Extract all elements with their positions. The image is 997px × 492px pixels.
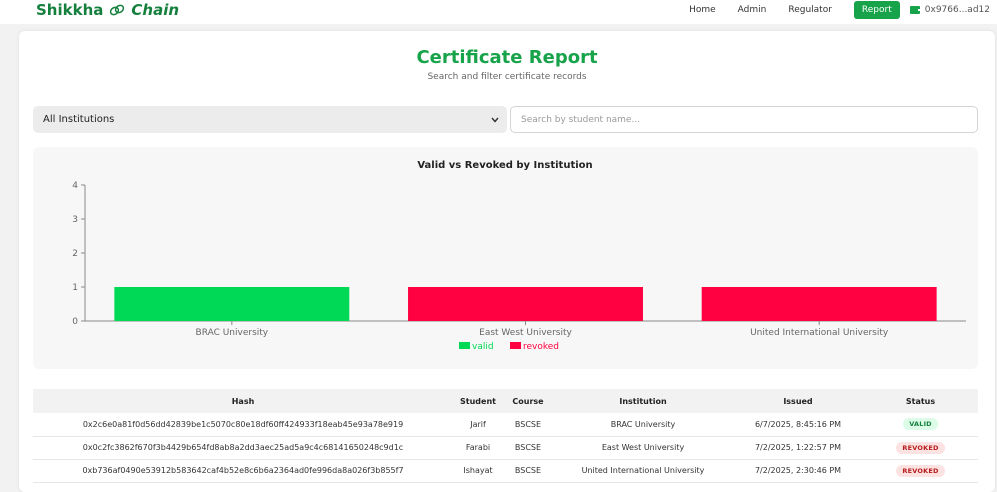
cell-course: BSCSE — [514, 419, 542, 429]
status-badge: VALID — [903, 418, 938, 431]
cell-issued: 6/7/2025, 8:45:16 PM — [754, 419, 842, 429]
institution-filter-value: All Institutions — [43, 114, 115, 125]
legend-swatch-valid — [459, 342, 470, 349]
chart-title: Valid vs Revoked by Institution — [417, 160, 592, 171]
nav-regulator[interactable]: Regulator — [788, 5, 832, 15]
cell-student: Farabi — [465, 443, 491, 452]
bar-revoked — [701, 287, 937, 321]
wallet-icon — [909, 6, 921, 14]
cell-status: REVOKED — [863, 459, 978, 482]
cell-institution: United International University — [581, 466, 705, 475]
table-row: 0xb736af0490e53912b583642caf4b52e8c6b6a2… — [33, 459, 978, 482]
brand-logo[interactable]: Shikkha Chain — [36, 0, 179, 20]
link-icon — [108, 3, 126, 17]
legend-label-valid: valid — [472, 342, 494, 352]
cell-hash: 0x0c2fc3862f670f3b4429b654fd8ab8a2dd3aec… — [82, 443, 404, 452]
chevron-down-icon — [491, 115, 499, 126]
certificates-table: Hash Student Course Institution Issued S… — [33, 389, 978, 482]
page-title: Certificate Report — [416, 47, 598, 68]
bar-chart: Valid vs Revoked by Institution 0 1 2 3 4 BRAC… — [72, 160, 966, 352]
cell-student: Ishayat — [463, 466, 493, 475]
x-tick-label: United International University — [750, 328, 889, 338]
report-card: Certificate Report Search and filter cer… — [19, 31, 995, 492]
cell-status: REVOKED — [863, 436, 978, 459]
table-row: 0x2c6e0a81f0d56dd42839be1c5070c80e18df60… — [33, 413, 978, 436]
x-tick-label: East West University — [479, 328, 572, 338]
wallet-address: 0x9766...ad12 — [924, 5, 990, 15]
cell-hash: 0xb736af0490e53912b583642caf4b52e8c6b6a2… — [82, 466, 404, 475]
legend-swatch-revoked — [510, 342, 521, 349]
student-search-input[interactable] — [510, 106, 978, 133]
cell-course: BSCSE — [514, 443, 542, 452]
column-header-student: Student — [460, 396, 496, 406]
brand-name-part1: Shikkha — [36, 1, 104, 19]
page-subtitle: Search and filter certificate records — [427, 72, 587, 82]
chart-panel: Valid vs Revoked by Institution 0 1 2 3 4 BRAC… — [33, 147, 978, 369]
y-tick-label: 2 — [72, 249, 78, 259]
brand-name-part2: Chain — [131, 1, 180, 19]
y-tick-label: 1 — [72, 283, 78, 293]
nav-report[interactable]: Report — [853, 1, 900, 19]
status-badge: REVOKED — [896, 464, 945, 477]
column-header-hash: Hash — [231, 396, 255, 406]
y-tick-label: 3 — [72, 215, 78, 225]
top-navbar: Shikkha Chain Home Admin Regulator Repor… — [0, 0, 997, 24]
nav-links: Home Admin Regulator Report 0x9766...ad1… — [689, 0, 997, 20]
cell-student: Jarif — [470, 419, 486, 429]
legend-label-revoked: revoked — [523, 342, 559, 352]
wallet-account[interactable]: 0x9766...ad12 — [909, 5, 990, 15]
column-header-course: Course — [512, 396, 544, 406]
nav-home[interactable]: Home — [689, 5, 716, 15]
institution-filter-select[interactable]: All Institutions — [33, 106, 507, 133]
cell-institution: BRAC University — [610, 419, 676, 429]
table-row: 0x0c2fc3862f670f3b4429b654fd8ab8a2dd3aec… — [33, 436, 978, 459]
cell-issued: 7/2/2025, 1:22:57 PM — [754, 443, 842, 452]
y-tick-label: 4 — [72, 181, 78, 191]
bar-revoked — [408, 287, 643, 321]
nav-admin[interactable]: Admin — [738, 5, 767, 15]
cell-institution: East West University — [601, 443, 685, 452]
column-header-issued: Issued — [783, 396, 813, 406]
cell-course: BSCSE — [514, 466, 542, 475]
column-header-institution: Institution — [619, 396, 667, 406]
cell-status: VALID — [863, 413, 978, 436]
column-header-status: Status — [905, 396, 936, 406]
table-header-row: Hash Student Course Institution Issued S… — [33, 389, 978, 413]
cell-issued: 7/2/2025, 2:30:46 PM — [754, 466, 842, 475]
y-tick-label: 0 — [72, 317, 78, 327]
cell-hash: 0x2c6e0a81f0d56dd42839be1c5070c80e18df60… — [82, 419, 404, 429]
x-tick-label: BRAC University — [196, 328, 269, 338]
bar-valid — [114, 287, 350, 321]
status-badge: REVOKED — [896, 441, 945, 454]
